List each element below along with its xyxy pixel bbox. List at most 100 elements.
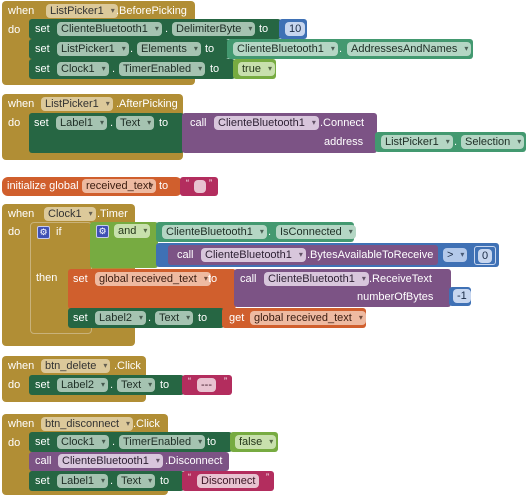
set-block-label2-text[interactable]: set Label2 . Text to — [29, 375, 184, 395]
number-block[interactable]: 0 — [474, 246, 496, 265]
text-string-block[interactable]: “ --- ” — [182, 375, 232, 395]
number-field[interactable]: -1 — [453, 289, 471, 303]
text-field[interactable]: Disconnect — [197, 474, 260, 488]
dot-label: . — [110, 379, 114, 391]
component-dropdown[interactable]: Clock1 — [57, 62, 109, 76]
property-dropdown[interactable]: Text — [155, 311, 194, 325]
component-getter-block[interactable]: ListPicker1 . Selection — [375, 132, 526, 152]
variable-dropdown[interactable]: global received_text — [250, 311, 366, 325]
set-block-timerenabled[interactable]: set Clock1 . TimerEnabled to — [29, 59, 235, 79]
set-block-label1-text[interactable]: set Label1 . Text to — [29, 471, 184, 491]
property-dropdown[interactable]: AddressesAndNames — [347, 42, 472, 56]
set-label: set — [73, 312, 88, 324]
get-global-block[interactable]: get global received_text — [222, 308, 366, 328]
property-dropdown[interactable]: Text — [116, 116, 155, 130]
component-dropdown[interactable]: ClienteBluetooth1 — [162, 225, 267, 239]
then-label: then — [36, 272, 58, 284]
component-dropdown[interactable]: ListPicker1 — [57, 42, 129, 56]
component-dropdown[interactable]: ClienteBluetooth1 — [57, 22, 162, 36]
component-dropdown[interactable]: ListPicker1 — [46, 4, 118, 18]
dot-label: . — [130, 43, 134, 55]
method-name: .Disconnect — [165, 455, 223, 467]
component-getter-block[interactable]: ClienteBluetooth1 . IsConnected — [156, 222, 356, 242]
do-label: do — [8, 226, 21, 238]
component-dropdown[interactable]: ClienteBluetooth1 — [58, 454, 163, 468]
set-block-elements[interactable]: set ListPicker1 . Elements to — [29, 39, 229, 59]
number-block[interactable]: -1 — [449, 287, 471, 306]
component-dropdown[interactable]: Label2 — [57, 378, 109, 392]
call-label: call — [35, 455, 52, 467]
text-string-block[interactable]: “ ” — [180, 177, 218, 196]
set-global-block[interactable]: set global received_text to — [68, 269, 236, 309]
component-dropdown[interactable]: Label2 — [95, 311, 147, 325]
component-dropdown[interactable]: Clock1 — [57, 435, 109, 449]
call-block-receivetext[interactable]: call ClienteBluetooth1 .ReceiveText numb… — [234, 269, 451, 307]
property-dropdown[interactable]: IsConnected — [276, 225, 356, 239]
property-dropdown[interactable]: Selection — [461, 135, 525, 149]
open-quote-icon: “ — [188, 472, 191, 482]
event-name: .Click — [133, 418, 160, 430]
component-dropdown[interactable]: ListPicker1 — [41, 97, 113, 111]
gear-icon[interactable]: ⚙ — [96, 225, 109, 238]
boolean-dropdown[interactable]: true — [238, 62, 275, 76]
call-block-bytesavailable[interactable]: call ClienteBluetooth1 .BytesAvailableTo… — [168, 245, 438, 265]
dot-label: . — [268, 226, 272, 238]
set-label: set — [35, 23, 50, 35]
set-block-timerenabled[interactable]: set Clock1 . TimerEnabled to — [29, 432, 232, 452]
call-block-disconnect[interactable]: call ClienteBluetooth1 .Disconnect — [29, 452, 229, 471]
property-dropdown[interactable]: TimerEnabled — [119, 435, 206, 449]
set-block-label1-text[interactable]: set Label1 . Text to — [29, 113, 184, 153]
event-name: .Timer — [97, 208, 128, 220]
and-block[interactable]: ⚙ and — [90, 222, 158, 268]
arg-label-address: address — [324, 136, 364, 148]
property-dropdown[interactable]: DelimiterByte — [172, 22, 256, 36]
variable-name-field[interactable]: received_text — [82, 179, 157, 193]
to-label: to — [159, 117, 169, 129]
component-dropdown[interactable]: ListPicker1 — [381, 135, 453, 149]
property-dropdown[interactable]: Text — [117, 474, 156, 488]
do-label: do — [8, 437, 21, 449]
compare-operator-dropdown[interactable]: > — [443, 248, 468, 262]
initialize-global-block[interactable]: initialize global received_text to — [2, 177, 182, 196]
set-block-label2-text[interactable]: set Label2 . Text to — [68, 308, 224, 328]
component-dropdown[interactable]: ClienteBluetooth1 — [233, 42, 338, 56]
component-dropdown[interactable]: Clock1 — [44, 207, 96, 221]
open-quote-icon: “ — [186, 178, 189, 188]
boolean-block[interactable]: false — [230, 432, 278, 452]
event-name: .AfterPicking — [116, 98, 178, 110]
property-dropdown[interactable]: Elements — [137, 42, 201, 56]
number-field[interactable]: 10 — [285, 22, 306, 36]
component-dropdown[interactable]: btn_disconnect — [41, 417, 133, 431]
number-block[interactable]: 10 — [279, 19, 307, 39]
property-dropdown[interactable]: TimerEnabled — [119, 62, 206, 76]
text-string-block[interactable]: “ Disconnect ” — [182, 471, 274, 491]
dot-label: . — [454, 136, 458, 148]
method-name: .Connect — [320, 117, 365, 129]
variable-dropdown[interactable]: global received_text — [95, 272, 211, 286]
property-dropdown[interactable]: Text — [117, 378, 156, 392]
call-label: call — [190, 117, 207, 129]
do-label: do — [8, 24, 21, 36]
text-field[interactable]: --- — [197, 378, 216, 392]
text-field[interactable] — [194, 180, 206, 193]
set-block-delimiterbyte[interactable]: set ClienteBluetooth1 . DelimiterByte to — [29, 19, 281, 39]
arg-label-numberofbytes: numberOfBytes — [357, 291, 434, 303]
gear-icon[interactable]: ⚙ — [37, 226, 50, 239]
component-dropdown[interactable]: btn_delete — [41, 359, 111, 373]
do-label: do — [8, 117, 21, 129]
component-dropdown[interactable]: ClienteBluetooth1 — [214, 116, 319, 130]
component-getter-block[interactable]: ClienteBluetooth1 . AddressesAndNames — [227, 39, 473, 59]
logic-operator-dropdown[interactable]: and — [114, 224, 151, 238]
component-dropdown[interactable]: Label1 — [57, 474, 109, 488]
dot-label: . — [112, 63, 116, 75]
call-block-connect[interactable]: call ClienteBluetooth1 .Connect address — [182, 113, 377, 153]
number-field[interactable]: 0 — [478, 249, 493, 263]
set-label: set — [34, 117, 49, 129]
to-label: to — [198, 312, 208, 324]
component-dropdown[interactable]: Label1 — [56, 116, 108, 130]
component-dropdown[interactable]: ClienteBluetooth1 — [201, 248, 306, 262]
boolean-block[interactable]: true — [233, 59, 276, 79]
boolean-dropdown[interactable]: false — [235, 435, 277, 449]
open-quote-icon: “ — [188, 376, 191, 386]
component-dropdown[interactable]: ClienteBluetooth1 — [264, 272, 369, 286]
